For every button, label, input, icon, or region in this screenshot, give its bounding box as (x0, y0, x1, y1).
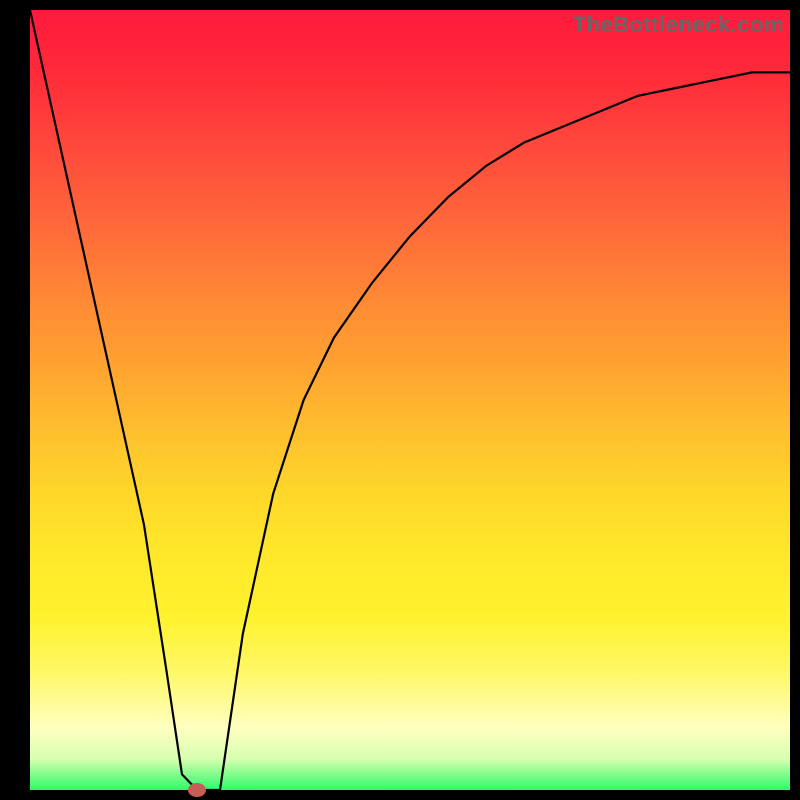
curve-layer (30, 10, 790, 790)
chart-frame: TheBottleneck.com (0, 0, 800, 800)
bottleneck-curve (30, 10, 790, 790)
plot-area: TheBottleneck.com (30, 10, 790, 790)
optimal-point-marker (188, 783, 206, 797)
